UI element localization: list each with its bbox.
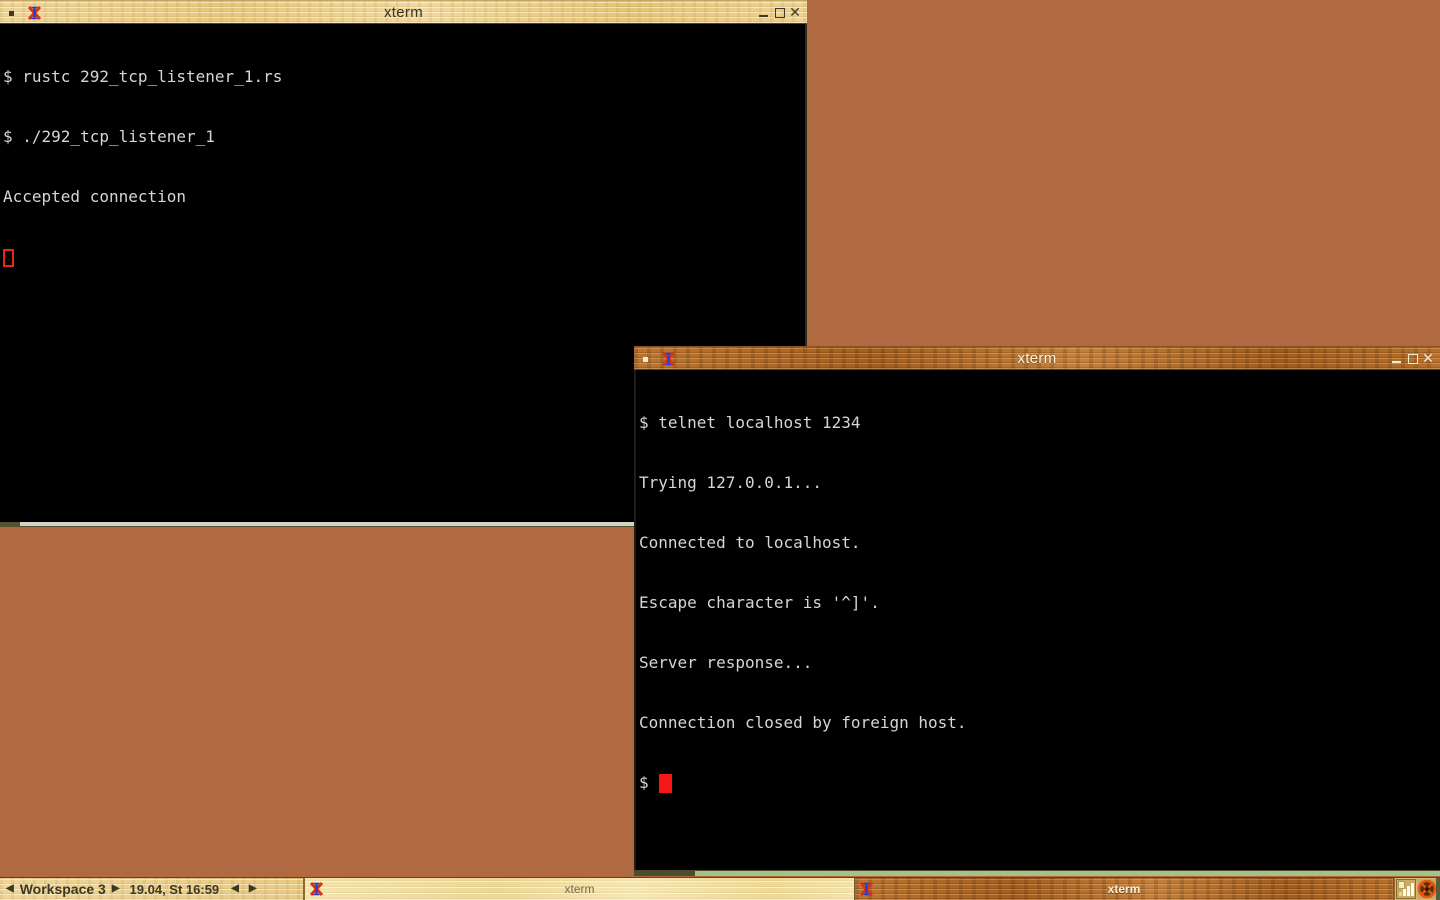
terminal-output[interactable]: $ telnet localhost 1234 Trying 127.0.0.1… bbox=[634, 370, 1440, 870]
window-titlebar[interactable]: xterm ✕ bbox=[0, 0, 807, 24]
close-button[interactable]: ✕ bbox=[1421, 352, 1435, 366]
terminal-line: Escape character is '^]'. bbox=[639, 593, 880, 612]
wheel-mute-icon[interactable] bbox=[1417, 879, 1437, 899]
tray-end-cap bbox=[1436, 878, 1440, 900]
maximize-button[interactable] bbox=[773, 6, 787, 20]
window-title: xterm bbox=[384, 4, 423, 21]
clock-arrows: ◀ ▶ bbox=[231, 878, 256, 900]
window-resize-corner[interactable] bbox=[0, 522, 20, 526]
maximize-button[interactable] bbox=[1406, 352, 1420, 366]
terminal-line: Connection closed by foreign host. bbox=[639, 713, 967, 732]
text-cursor-hollow bbox=[3, 249, 14, 267]
clock-prev-icon[interactable]: ◀ bbox=[231, 878, 239, 900]
terminal-line: Trying 127.0.0.1... bbox=[639, 473, 823, 492]
workspace-prev-icon[interactable]: ◀ bbox=[6, 878, 14, 900]
taskbar-task-xterm-2-active[interactable]: xterm bbox=[855, 878, 1394, 900]
clock-next-icon[interactable]: ▶ bbox=[249, 878, 257, 900]
window-resize-corner[interactable] bbox=[634, 871, 695, 876]
clock: 19.04, St 16:59 bbox=[129, 881, 220, 897]
terminal-line: $ rustc 292_tcp_listener_1.rs bbox=[3, 67, 283, 86]
text-cursor-solid bbox=[658, 774, 672, 793]
taskbar-pager-section: ◀ Workspace 3 ▶ 19.04, St 16:59 ◀ ▶ bbox=[0, 878, 305, 900]
workspace-label: Workspace 3 bbox=[19, 881, 106, 897]
taskbar: ◀ Workspace 3 ▶ 19.04, St 16:59 ◀ ▶ xter… bbox=[0, 877, 1440, 900]
prompt: $ bbox=[639, 773, 649, 792]
minimize-button[interactable] bbox=[757, 6, 771, 20]
system-tray bbox=[1394, 878, 1440, 900]
terminal-line: $ telnet localhost 1234 bbox=[639, 413, 861, 432]
window-resize-border[interactable] bbox=[634, 870, 1440, 876]
terminal-line: Connected to localhost. bbox=[639, 533, 861, 552]
window-title: xterm bbox=[1017, 350, 1057, 367]
task-label: xterm bbox=[1107, 882, 1141, 896]
desktop: { "window1": { "title": "xterm", "focuse… bbox=[0, 0, 1440, 900]
xterm-window-telnet[interactable]: xterm ✕ $ telnet localhost 1234 Trying 1… bbox=[634, 346, 1440, 877]
close-button[interactable]: ✕ bbox=[788, 6, 802, 20]
terminal-line: Server response... bbox=[639, 653, 813, 672]
taskbar-task-xterm-1[interactable]: xterm bbox=[305, 878, 855, 900]
terminal-line: Accepted connection bbox=[3, 187, 187, 206]
net-monitor-icon[interactable] bbox=[1396, 879, 1416, 899]
terminal-line: $ ./292_tcp_listener_1 bbox=[3, 127, 215, 146]
terminal-prompt-line: $ bbox=[639, 773, 1440, 793]
workspace-next-icon[interactable]: ▶ bbox=[112, 878, 120, 900]
minimize-button[interactable] bbox=[1390, 352, 1404, 366]
window-titlebar[interactable]: xterm ✕ bbox=[634, 346, 1440, 370]
task-label: xterm bbox=[564, 882, 595, 896]
terminal-cursor-line bbox=[3, 247, 805, 267]
